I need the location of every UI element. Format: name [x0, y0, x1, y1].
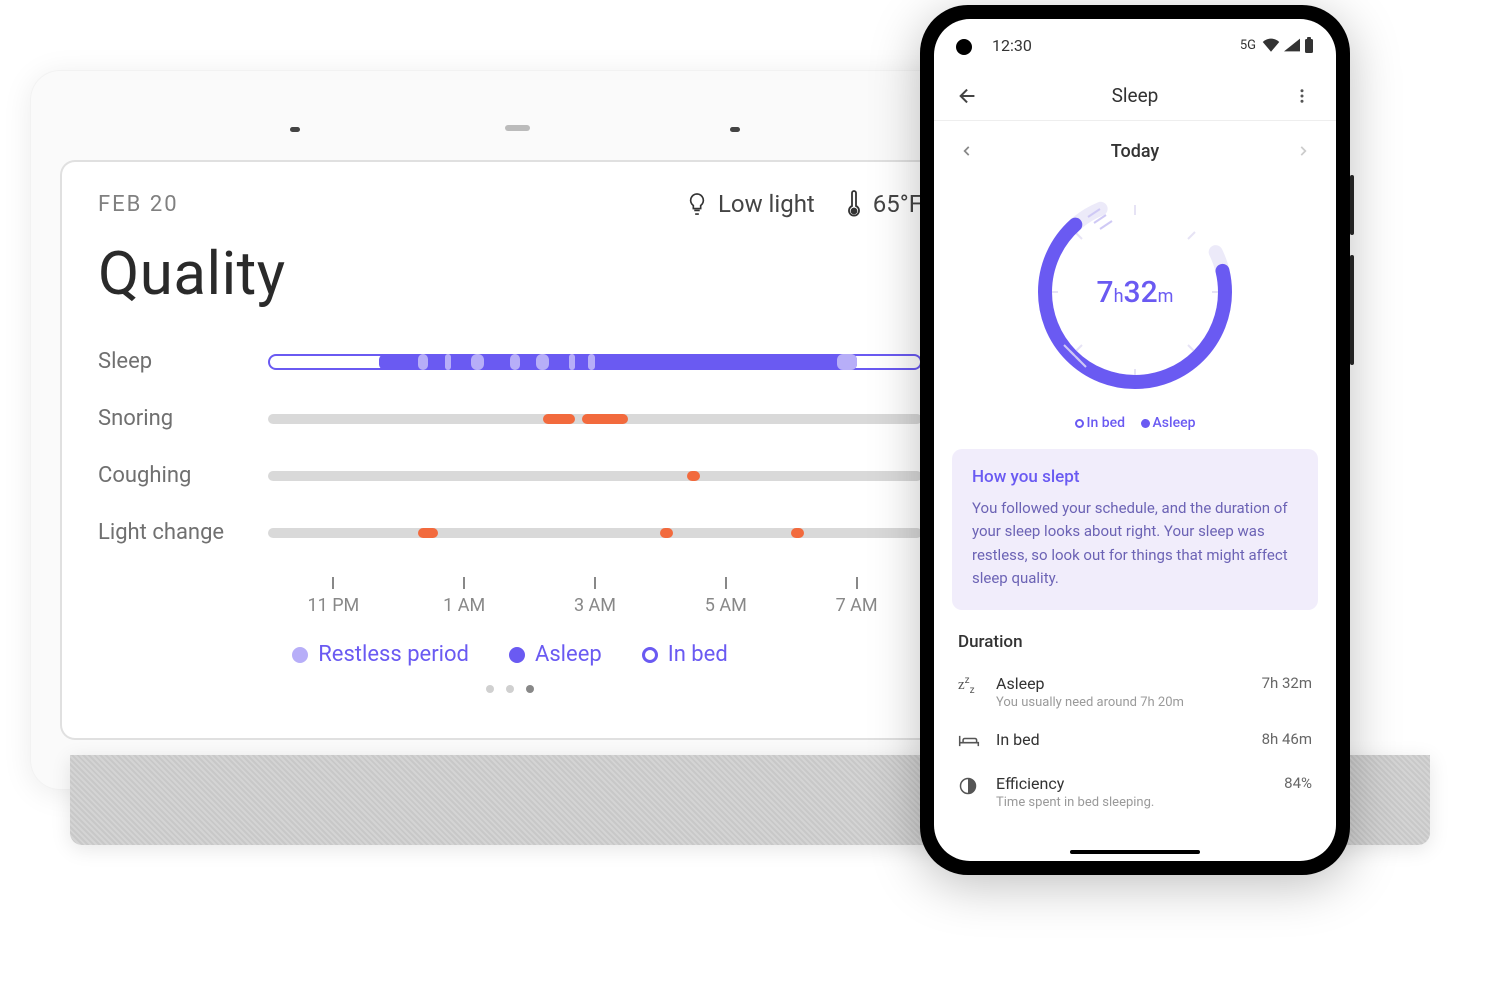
axis-tick: 3 AM [530, 577, 661, 616]
row-label: Light change [98, 520, 268, 545]
insight-title: How you slept [972, 467, 1298, 487]
more-vert-icon [1293, 87, 1311, 105]
battery-icon [1304, 37, 1314, 53]
sleep-track[interactable] [268, 354, 922, 370]
hub-sensor-right [730, 127, 740, 132]
coughing-track[interactable] [268, 471, 922, 481]
temperature-status: 65°F [845, 190, 922, 218]
insight-body: You followed your schedule, and the dura… [972, 497, 1298, 590]
row-label: Coughing [98, 463, 268, 488]
stat-name: Asleep [996, 674, 1246, 693]
page-dot[interactable] [486, 685, 494, 693]
nest-hub-device: FEB 20 Low light 65°F Quality Sle [30, 70, 990, 790]
temperature-text: 65°F [873, 190, 922, 218]
more-menu-button[interactable] [1286, 80, 1318, 112]
hub-legend: Restless period Asleep In bed [98, 642, 922, 667]
volume-rocker[interactable] [1350, 255, 1354, 365]
timeline-row-sleep: Sleep [98, 349, 922, 374]
row-label: Snoring [98, 406, 268, 431]
light-status: Low light [686, 190, 815, 218]
timeline-row-snoring: Snoring [98, 406, 922, 431]
axis-tick: 7 AM [791, 577, 922, 616]
signal-icon [1284, 38, 1300, 52]
stat-name: In bed [996, 730, 1246, 749]
date-navigator: Today [934, 121, 1336, 181]
stat-value: 7h 32m [1262, 674, 1312, 692]
chevron-right-icon [1296, 144, 1310, 158]
legend-asleep-swatch-icon [1141, 419, 1150, 428]
axis-tick: 11 PM [268, 577, 399, 616]
prev-day-button[interactable] [960, 144, 974, 158]
stat-value: 84% [1284, 774, 1312, 792]
zzz-icon: zzz [958, 676, 980, 698]
legend-asleep: Asleep [509, 642, 602, 667]
stat-row-efficiency[interactable]: Efficiency Time spent in bed sleeping. 8… [934, 766, 1336, 822]
stat-row-inbed[interactable]: In bed 8h 46m [934, 722, 1336, 766]
stat-row-asleep[interactable]: zzz Asleep You usually need around 7h 20… [934, 666, 1336, 722]
ring-center-value: 7h32m [1030, 187, 1240, 397]
thermometer-icon [845, 190, 863, 218]
wifi-icon [1262, 38, 1280, 52]
date-label: Today [1111, 141, 1160, 162]
timeline-row-lightchange: Light change [98, 520, 922, 545]
snoring-track[interactable] [268, 414, 922, 424]
phone-screen[interactable]: 12:30 5G Sleep Today [934, 19, 1336, 861]
hub-sensor-left [290, 127, 300, 132]
page-dot-active[interactable] [526, 685, 534, 693]
back-button[interactable] [952, 80, 984, 112]
insight-card[interactable]: How you slept You followed your schedule… [952, 449, 1318, 610]
hub-screen[interactable]: FEB 20 Low light 65°F Quality Sle [60, 160, 960, 740]
front-camera-icon [956, 39, 972, 55]
half-circle-icon [958, 776, 980, 798]
stat-value: 8h 46m [1262, 730, 1312, 748]
legend-inbed: In bed [642, 642, 728, 667]
axis-tick: 5 AM [660, 577, 791, 616]
ring-legend: In bed Asleep [934, 415, 1336, 431]
next-day-button[interactable] [1296, 144, 1310, 158]
page-dot[interactable] [506, 685, 514, 693]
stat-sub: You usually need around 7h 20m [996, 695, 1246, 710]
timeline-row-coughing: Coughing [98, 463, 922, 488]
lightbulb-icon [686, 191, 708, 217]
hub-top-bar: FEB 20 Low light 65°F [98, 190, 922, 218]
android-status-bar: 12:30 5G [934, 19, 1336, 71]
stat-sub: Time spent in bed sleeping. [996, 795, 1268, 810]
power-button[interactable] [1350, 175, 1354, 235]
bed-icon [958, 732, 980, 754]
axis-tick: 1 AM [399, 577, 530, 616]
hub-camera [505, 125, 530, 131]
legend-inbed-swatch-icon [1075, 419, 1084, 428]
duration-heading: Duration [934, 632, 1336, 652]
pixel-phone: 12:30 5G Sleep Today [920, 5, 1350, 875]
sleep-ring-chart[interactable]: 7h32m [934, 181, 1336, 409]
lightchange-track[interactable] [268, 528, 922, 538]
network-label: 5G [1240, 38, 1256, 53]
app-bar-title: Sleep [1112, 84, 1159, 107]
time-axis: 11 PM 1 AM 3 AM 5 AM 7 AM [268, 577, 922, 616]
chevron-left-icon [960, 144, 974, 158]
hub-status-group: Low light 65°F [686, 190, 922, 218]
arrow-left-icon [957, 85, 979, 107]
page-dots[interactable] [98, 685, 922, 693]
light-status-text: Low light [718, 190, 815, 218]
home-indicator[interactable] [1070, 850, 1200, 854]
status-icons: 5G [1240, 37, 1314, 53]
row-label: Sleep [98, 349, 268, 374]
app-bar: Sleep [934, 71, 1336, 121]
clock-text: 12:30 [992, 36, 1032, 55]
hub-title: Quality [98, 238, 922, 309]
hub-date: FEB 20 [98, 192, 179, 217]
stat-name: Efficiency [996, 774, 1268, 793]
legend-restless: Restless period [292, 642, 469, 667]
